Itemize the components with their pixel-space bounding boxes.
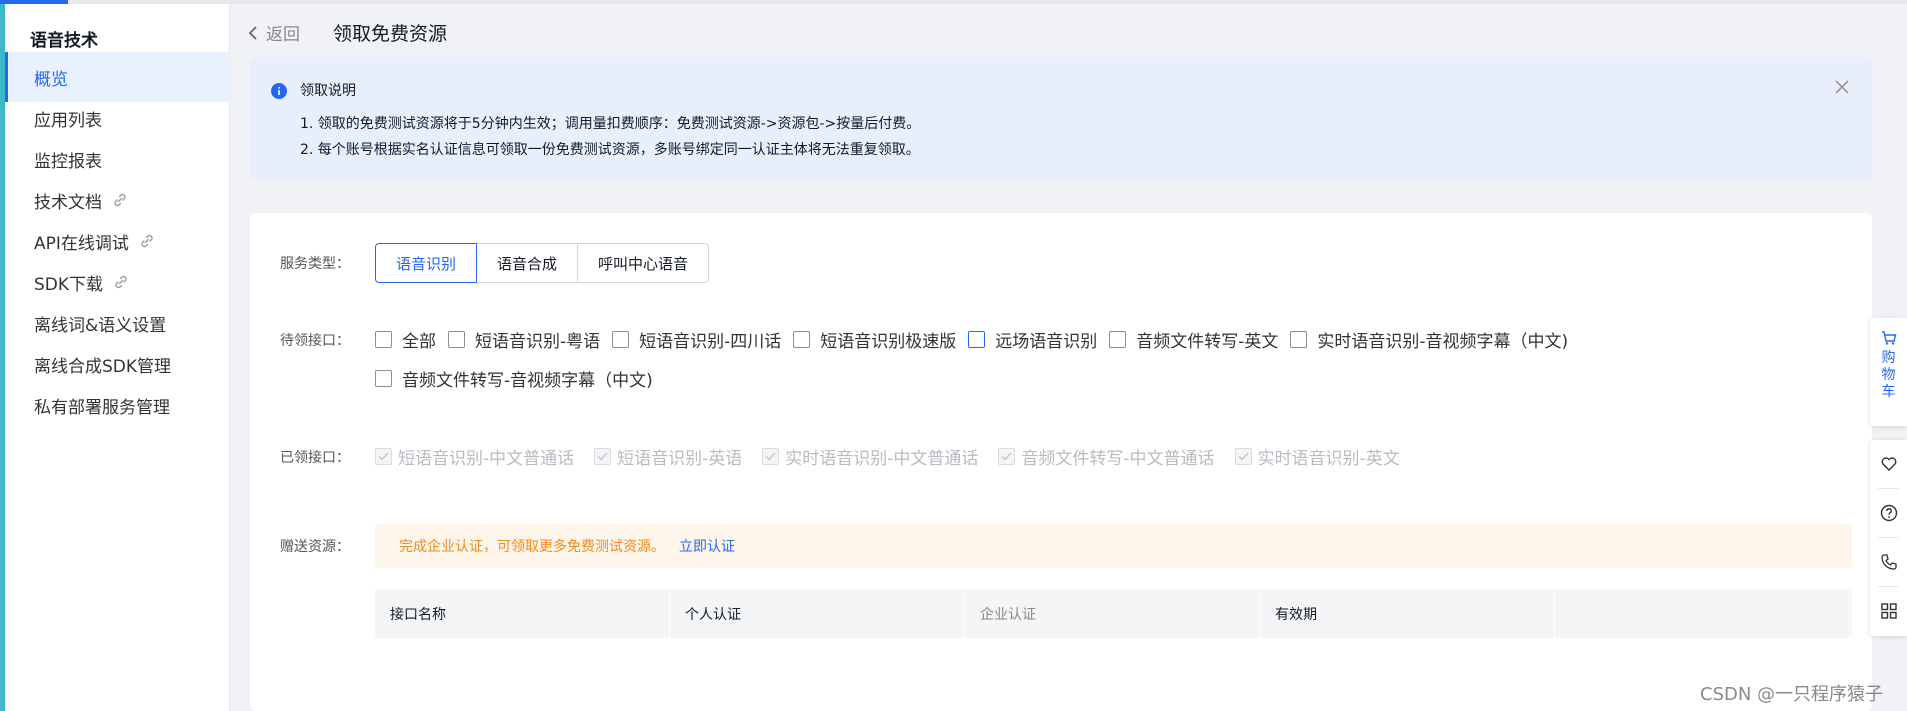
claimed-item: 短语音识别-中文普通话 [375,444,574,469]
sidebar-title: 语音技术 [30,31,98,51]
apps-icon [1880,603,1897,619]
column-personal-auth: 个人认证 [670,589,965,638]
column-enterprise-auth: 企业认证 [965,589,1260,638]
notice-line: 2. 每个账号根据实名认证信息可领取一份免费测试资源，多账号绑定同一认证主体将无… [300,142,920,158]
shopping-cart-button[interactable]: 购物车 [1870,318,1907,426]
notice-title: 领取说明 [300,83,356,99]
claimed-interfaces-row: 短语音识别-中文普通话 短语音识别-英语 实时语音识别-中文普通话 音频文件转写… [375,444,1420,469]
claimed-item-label: 短语音识别-英语 [617,449,743,469]
phone-icon [1880,554,1897,570]
help-icon [1880,504,1897,522]
sidebar-item-label: 监控报表 [34,151,102,172]
close-icon[interactable] [1834,79,1850,95]
watermark: CSDN @一只程序猿子 [1700,684,1884,705]
column-validity: 有效期 [1260,589,1555,638]
sidebar-item-label: SDK下载 [34,274,104,295]
checkbox-far-field[interactable]: 远场语音识别 [968,327,1097,352]
sidebar-item-label: 应用列表 [34,110,102,131]
back-label: 返回 [266,25,300,45]
claimed-interfaces-label: 已领接口： [280,450,350,466]
checkbox-label: 音频文件转写-音视频字幕（中文) [402,371,653,391]
checkbox-label: 短语音识别-四川话 [639,332,782,352]
claimed-item: 短语音识别-英语 [594,444,742,469]
chevron-left-icon [248,25,257,40]
checkbox-box[interactable] [375,370,392,387]
sidebar-item-label: 私有部署服务管理 [34,397,170,418]
claim-notice: 领取说明 1. 领取的免费测试资源将于5分钟内生效；调用量扣费顺序：免费测试资源… [250,57,1872,180]
back-button[interactable]: 返回 [248,20,300,45]
checkbox-short-fast[interactable]: 短语音识别极速版 [793,327,956,352]
checkbox-audio-file-subtitle[interactable]: 音频文件转写-音视频字幕（中文) [375,366,653,391]
checkbox-label: 短语音识别极速版 [820,332,957,352]
checked-disabled-icon [594,448,612,465]
pending-interfaces-label: 待领接口： [280,333,350,349]
sidebar-item-private-deploy[interactable]: 私有部署服务管理 [5,380,230,430]
favorite-button[interactable] [1870,440,1907,488]
checkbox-label: 实时语音识别-音视频字幕（中文) [1317,332,1569,352]
top-loading-strip [0,0,1907,4]
service-type-speech-recognition[interactable]: 语音识别 [375,243,478,283]
column-empty [1555,589,1850,638]
sidebar-item-label: 离线词&语义设置 [34,315,167,336]
service-type-call-center[interactable]: 呼叫中心语音 [577,243,710,283]
pending-interfaces-row-2: 音频文件转写-音视频字幕（中文) [375,366,665,391]
checkbox-box[interactable] [612,331,630,348]
link-icon [115,275,127,289]
heart-icon [1881,457,1896,471]
sidebar-item-label: 概览 [34,69,68,90]
checkbox-label: 音频文件转写-英文 [1136,332,1279,352]
checkbox-box[interactable] [375,331,392,348]
checkbox-short-cantonese[interactable]: 短语音识别-粤语 [448,327,600,352]
claimed-item: 实时语音识别-中文普通话 [762,444,978,469]
checkbox-short-sichuan[interactable]: 短语音识别-四川话 [612,327,781,352]
cart-icon [1881,331,1896,345]
checked-disabled-icon [1234,448,1252,465]
info-icon [271,83,287,99]
checkbox-box[interactable] [448,331,465,348]
link-icon [141,234,153,248]
apps-button[interactable] [1870,587,1907,635]
verify-now-link[interactable]: 立即认证 [679,536,735,556]
checked-disabled-icon [375,448,392,465]
checkbox-label: 远场语音识别 [995,332,1098,352]
page-title: 领取免费资源 [333,23,448,45]
claimed-item-label: 音频文件转写-中文普通话 [1021,449,1215,469]
pending-interfaces-row-1: 全部 短语音识别-粤语 短语音识别-四川话 短语音识别极速版 远场语音识别 音频… [375,327,1580,352]
sidebar-item-label: API在线调试 [34,233,129,254]
gift-resources-label: 赠送资源： [280,539,350,555]
resource-table-header: 接口名称 个人认证 企业认证 有效期 [375,589,1852,638]
checked-disabled-icon [762,448,780,465]
checked-disabled-icon [998,448,1016,465]
checkbox-label: 短语音识别-粤语 [475,332,601,352]
service-type-label: 服务类型： [280,256,350,272]
checkbox-audio-file-english[interactable]: 音频文件转写-英文 [1109,327,1278,352]
gift-text: 完成企业认证，可领取更多免费测试资源。 [399,539,665,555]
claimed-item: 实时语音识别-英文 [1234,444,1400,469]
checkbox-box[interactable] [1109,331,1127,348]
right-tool-bar [1870,440,1907,636]
claimed-item-label: 短语音识别-中文普通话 [398,449,575,469]
help-button[interactable] [1870,489,1907,537]
service-type-selector: 语音识别 语音合成 呼叫中心语音 [375,243,710,283]
checkbox-label: 全部 [402,332,436,352]
sidebar: 语音技术 概览 应用列表 监控报表 技术文档 API在线调试 SDK下载 离线词… [5,4,230,711]
checkbox-realtime-subtitle[interactable]: 实时语音识别-音视频字幕（中文) [1290,327,1568,352]
sidebar-item-label: 技术文档 [34,192,102,213]
checkbox-box[interactable] [1290,331,1308,348]
phone-button[interactable] [1870,538,1907,586]
checkbox-all[interactable]: 全部 [375,327,436,352]
sidebar-item-label: 离线合成SDK管理 [34,356,172,377]
cart-label: 购物车 [1881,350,1896,400]
column-interface-name: 接口名称 [375,589,670,638]
gift-resources-banner: 完成企业认证，可领取更多免费测试资源。 立即认证 [375,524,1852,568]
claimed-item-label: 实时语音识别-英文 [1257,449,1400,469]
link-icon [114,193,126,207]
service-type-speech-synthesis[interactable]: 语音合成 [476,243,579,283]
claimed-item-label: 实时语音识别-中文普通话 [785,449,979,469]
notice-line: 1. 领取的免费测试资源将于5分钟内生效；调用量扣费顺序：免费测试资源->资源包… [300,116,921,132]
checkbox-box[interactable] [968,331,986,348]
checkbox-box[interactable] [793,331,811,348]
claimed-item: 音频文件转写-中文普通话 [998,444,1215,469]
